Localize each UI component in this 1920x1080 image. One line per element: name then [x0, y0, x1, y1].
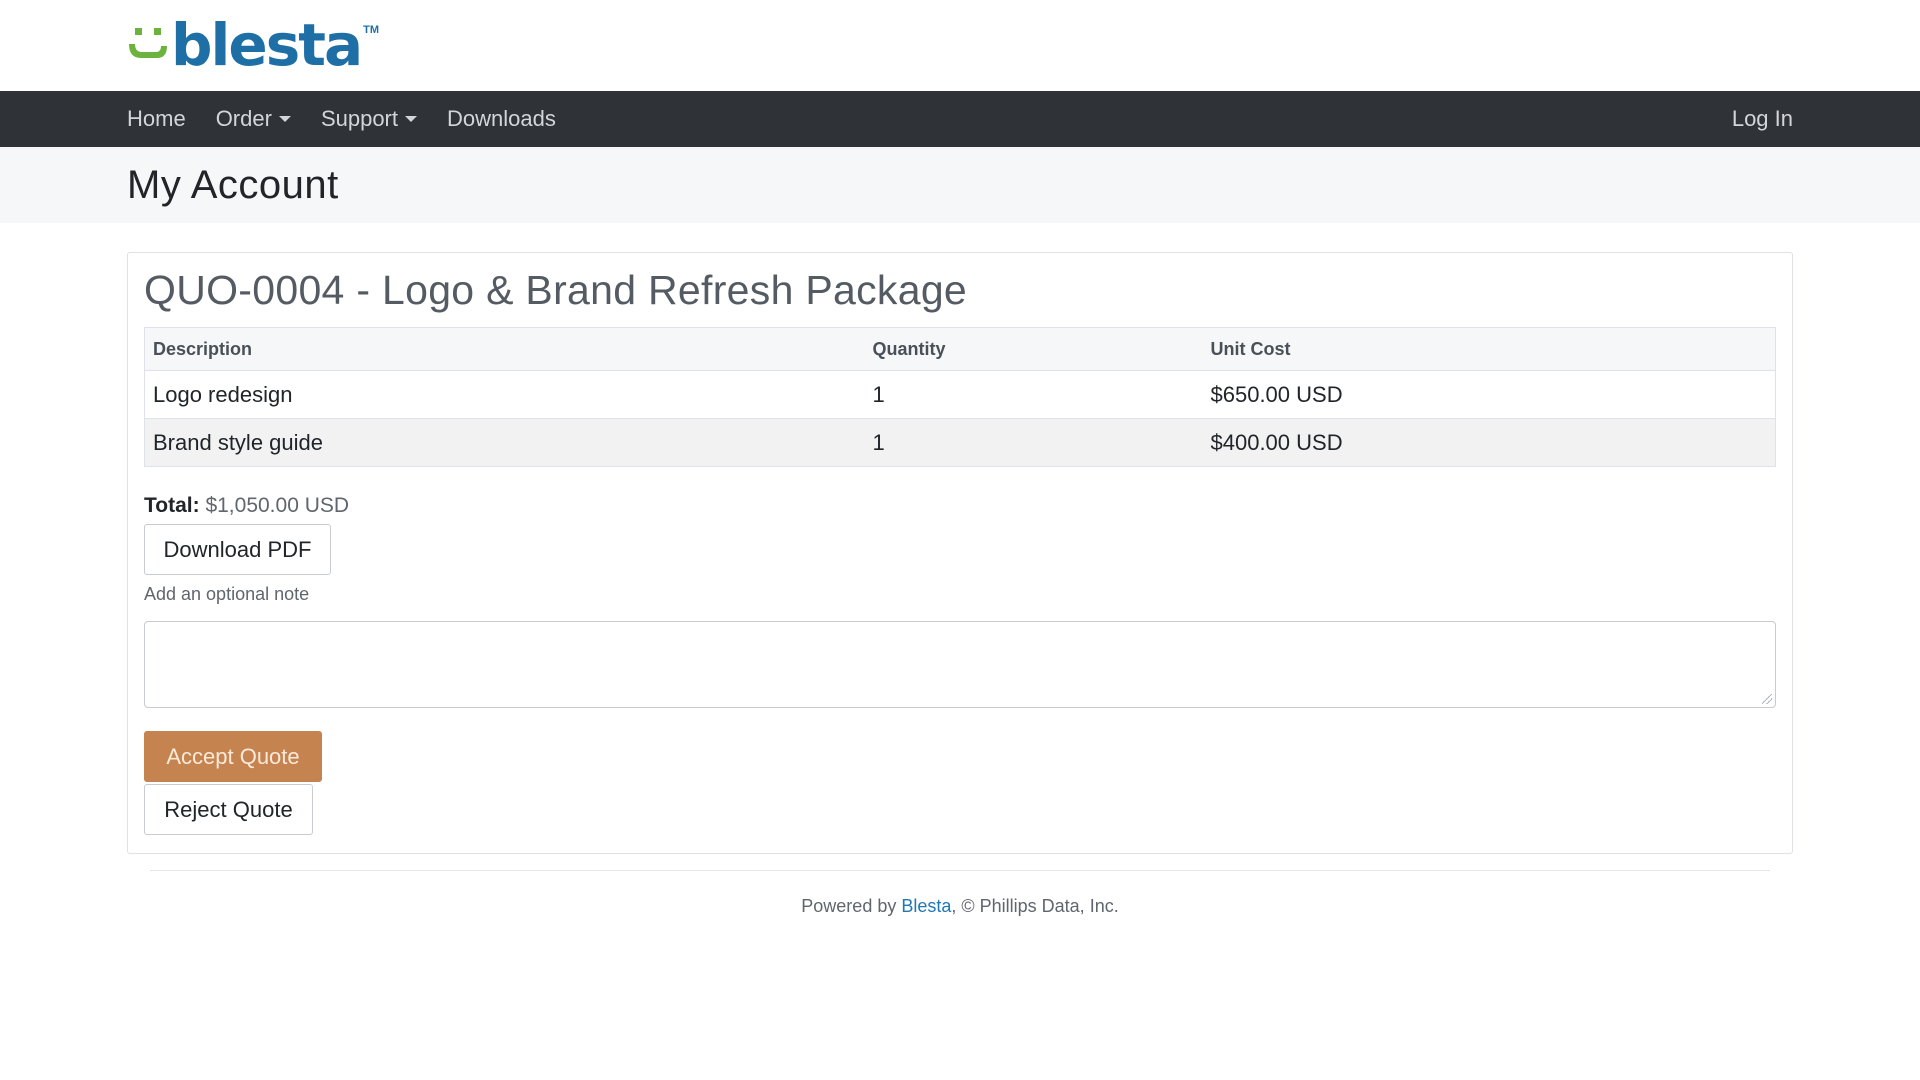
total-value: $1,050.00 USD	[205, 494, 350, 517]
table-header-row: Description Quantity Unit Cost	[144, 327, 1776, 371]
smile-logo-icon	[129, 28, 167, 58]
cell-description: Logo redesign	[144, 370, 865, 419]
nav-downloads-label: Downloads	[447, 106, 556, 131]
page-title: My Account	[127, 162, 339, 207]
footer-blesta-link[interactable]: Blesta	[901, 896, 951, 916]
site-logo[interactable]: blesta TM	[127, 14, 379, 76]
nav-home-label: Home	[127, 106, 186, 131]
cell-unit-cost: $400.00 USD	[1202, 418, 1776, 467]
footer-prefix: Powered by	[801, 896, 902, 916]
note-label: Add an optional note	[144, 584, 310, 604]
caret-down-icon	[405, 116, 417, 122]
column-header-unit-cost: Unit Cost	[1202, 327, 1776, 371]
footer-divider	[150, 870, 1770, 871]
accept-quote-button[interactable]: Accept Quote	[144, 731, 322, 782]
nav-order-label: Order	[215, 106, 272, 131]
page-header: My Account	[0, 147, 1920, 223]
caret-down-icon	[278, 116, 291, 122]
cell-description: Brand style guide	[144, 418, 865, 467]
cell-quantity: 1	[864, 370, 1203, 419]
table-row: Logo redesign 1 $650.00 USD	[144, 370, 1776, 419]
total-label: Total:	[144, 494, 200, 517]
note-textarea[interactable]	[144, 621, 1776, 708]
brand-bar: blesta TM	[0, 0, 1920, 91]
cell-quantity: 1	[864, 418, 1203, 467]
quote-heading: QUO-0004 - Logo & Brand Refresh Package	[144, 267, 968, 313]
main-navbar: Home Order Support Downloads Log In	[0, 91, 1920, 147]
quote-items-table: Description Quantity Unit Cost Logo rede…	[144, 327, 1776, 467]
nav-home[interactable]: Home	[127, 106, 186, 132]
footer-copyright: , © Phillips Data, Inc.	[951, 896, 1119, 916]
column-header-quantity: Quantity	[864, 327, 1203, 371]
footer: Powered by Blesta, © Phillips Data, Inc.	[0, 896, 1920, 917]
quote-card: QUO-0004 - Logo & Brand Refresh Package …	[127, 252, 1793, 854]
nav-order-dropdown[interactable]: Order	[216, 106, 291, 132]
nav-menu: Home Order Support Downloads	[127, 106, 586, 132]
column-header-description: Description	[144, 327, 865, 371]
cell-unit-cost: $650.00 USD	[1202, 370, 1776, 419]
download-pdf-button[interactable]: Download PDF	[144, 524, 331, 575]
table-row: Brand style guide 1 $400.00 USD	[144, 418, 1776, 467]
nav-support-dropdown[interactable]: Support	[321, 106, 417, 132]
nav-support-label: Support	[320, 106, 398, 131]
login-link[interactable]: Log In	[1732, 106, 1793, 132]
quote-total: Total: $1,050.00 USD	[144, 494, 1776, 518]
resize-handle-icon[interactable]	[1762, 694, 1772, 704]
trademark-symbol: TM	[363, 24, 380, 36]
reject-quote-button[interactable]: Reject Quote	[144, 784, 313, 835]
brand-wordmark: blesta	[171, 11, 363, 79]
nav-downloads[interactable]: Downloads	[447, 106, 556, 132]
